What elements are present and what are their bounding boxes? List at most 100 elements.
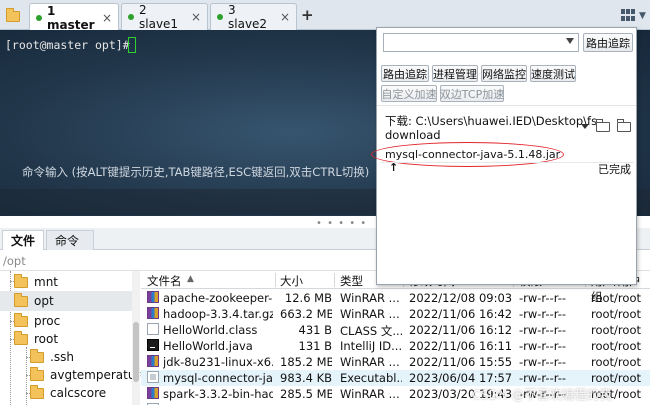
cell-size: 663.2 MB (280, 307, 332, 321)
button-label: 进程管理 (433, 67, 477, 81)
tcp-acceleration-button[interactable]: 双边TCP加速 (440, 85, 504, 102)
cell-size: 185.2 MB (280, 355, 332, 369)
tab-label: 3 slave2 (228, 3, 268, 31)
cell-type: WinRAR ... (340, 307, 400, 321)
upload-arrow-icon: ↑ (389, 161, 399, 174)
cell-type: CLASS 文... (340, 324, 402, 338)
button-label: 自定义加速 (381, 87, 437, 101)
cell-type: WinRAR ... (340, 291, 400, 305)
tab-files[interactable]: 文件 (2, 230, 44, 250)
path-input[interactable]: /opt (3, 254, 26, 268)
speed-test-button[interactable]: 速度测试 (530, 65, 576, 82)
tab-slave1[interactable]: 2 slave1 × (121, 3, 208, 31)
tools-popup-panel: 路由追踪 路由追踪 进程管理 网络监控 速度测试 自定义加速 双边TCP加速 下… (371, 27, 637, 285)
custom-acceleration-button[interactable]: 自定义加速 (381, 85, 437, 102)
tree-item-opt[interactable]: opt (0, 291, 132, 311)
tree-item-mnt[interactable]: mnt (0, 272, 132, 292)
tab-label: 文件 (11, 234, 36, 248)
cell-name: HelloWorld.class (163, 323, 258, 337)
button-label: 双边TCP加速 (439, 87, 505, 101)
folder-open-icon (14, 330, 28, 345)
cell-mtime: 2023/06/04 17:57 (409, 371, 513, 385)
command-input-hint: 命令输入 (按ALT键提示历史,TAB键路径,ESC键返回,双击CTRL切换) (22, 165, 370, 179)
host-input[interactable] (383, 33, 579, 52)
table-row[interactable]: hadoop-3.3.4.tar.gz 663.2 MB WinRAR ... 202… (141, 306, 650, 322)
cell-name: mysql-connector-ja... (163, 371, 273, 385)
button-label: 路由追踪 (383, 67, 427, 81)
download-path-label: 下载: C:\Users\huawei.IED\Desktop\fs (385, 114, 598, 128)
tree-item-proc[interactable]: proc (0, 311, 132, 331)
home-tab[interactable] (0, 3, 26, 29)
archive-icon (147, 291, 159, 303)
tree-item-ssh[interactable]: .ssh (0, 347, 132, 367)
column-header-size[interactable]: 大小 (280, 273, 303, 289)
column-header-type[interactable]: 类型 (340, 273, 363, 289)
table-row[interactable]: jdk-8u231-linux-x6... 185.2 MB WinRAR ... 2… (141, 354, 650, 370)
trace-route-button[interactable]: 路由追踪 (583, 33, 633, 52)
cell-owner: root/root (591, 355, 641, 369)
cell-size: 983.4 KB (280, 371, 332, 385)
cell-size: 431 B (298, 323, 333, 337)
cell-mtime: 2022/12/08 09:03 (409, 291, 513, 305)
tab-label: 命令 (55, 234, 80, 248)
column-header-name[interactable]: 文件名 (147, 273, 182, 289)
tab-label: 2 slave1 (139, 3, 179, 31)
add-tab-button[interactable]: + (301, 6, 314, 24)
tab-slave2[interactable]: 3 slave2 × (210, 3, 297, 31)
table-row[interactable]: HelloWorld.class 431 B CLASS 文... 2022/11/0… (141, 322, 650, 338)
cell-owner: root/root (591, 291, 641, 305)
folder-icon (6, 7, 20, 22)
tree-item-label: .ssh (50, 350, 74, 364)
tab-commands[interactable]: 命令 (46, 230, 94, 250)
process-manager-button[interactable]: 进程管理 (432, 65, 478, 82)
cell-name: HelloWorld.java (163, 339, 253, 353)
terminal-cursor (128, 37, 136, 53)
cell-perm: -rw-r--r-- (519, 323, 567, 337)
close-icon[interactable]: × (280, 10, 290, 24)
tab-master[interactable]: 1 master × (29, 3, 119, 32)
close-icon[interactable]: × (191, 10, 201, 24)
tab-label: 1 master (47, 3, 95, 32)
status-dot-icon (217, 14, 223, 20)
network-monitor-button[interactable]: 网络监控 (481, 65, 527, 82)
cell-type: IntelliJ ID... (340, 339, 402, 353)
cell-owner: root/root (591, 323, 641, 337)
cell-type: Executabl... (340, 371, 402, 385)
watermark: CSDN @不喜欢编程的我 (472, 387, 612, 402)
chevron-down-icon[interactable]: ▼ (639, 11, 646, 21)
archive-icon (147, 355, 159, 367)
trace-route-tool-button[interactable]: 路由追踪 (381, 65, 429, 82)
cell-type: WinRAR ... (340, 355, 400, 369)
folder-icon[interactable] (617, 119, 631, 132)
download-path-label-cont: download (385, 128, 441, 142)
tree-item-calcscore[interactable]: calcscore (0, 383, 132, 403)
status-dot-icon (128, 14, 134, 20)
session-tab-bar: 1 master × 2 slave1 × 3 slave2 × + ▼ (0, 0, 650, 32)
status-dot-icon (36, 14, 42, 21)
tree-scrollbar-thumb[interactable] (133, 322, 139, 382)
cell-size: 131 B (298, 339, 333, 353)
cell-name: hadoop-3.3.4.tar.gz (163, 307, 273, 321)
divider (381, 162, 634, 163)
table-row[interactable]: HelloWorld.java 131 B IntelliJ ID... 2022/1… (141, 338, 650, 354)
cell-size: 285.5 MB (280, 387, 332, 401)
cell-mtime: 2022/11/06 16:11 (409, 339, 513, 353)
folder-icon (14, 312, 28, 327)
cell-type: WinRAR ... (340, 387, 400, 401)
sort-asc-icon: ▲ (187, 274, 194, 284)
table-row[interactable]: apache-zookeeper-... 12.6 MB WinRAR ... 202… (141, 290, 650, 306)
tree-item-root[interactable]: root (0, 329, 132, 349)
chevron-down-icon[interactable] (566, 38, 574, 44)
button-label: 速度测试 (531, 67, 575, 81)
cell-perm: -rw-r--r-- (519, 371, 567, 385)
folder-open-icon[interactable] (596, 119, 610, 132)
chevron-down-icon[interactable] (581, 124, 589, 129)
cell-name: spark-3.3.2-bin-had... (163, 387, 273, 401)
grid-layout-icon[interactable] (621, 9, 635, 21)
folder-icon (30, 348, 44, 363)
tree-item-avgtemperature[interactable]: avgtemperature (0, 365, 148, 385)
close-icon[interactable]: × (102, 11, 112, 25)
cell-name: apache-zookeeper-... (163, 291, 273, 305)
directory-tree: mnt opt proc root .ssh avgtemperature ca… (0, 271, 148, 405)
highlight-circle (371, 142, 564, 167)
